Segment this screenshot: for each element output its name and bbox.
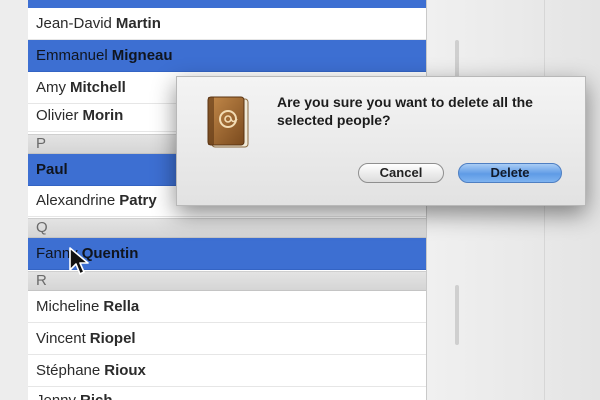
contact-row-migneau[interactable]: Emmanuel Migneau [28,40,426,72]
first-name: Jean-David [36,15,112,32]
selected-row-partial[interactable] [28,0,426,8]
mouse-pointer-icon [69,247,89,275]
contact-row-rioux[interactable]: Stéphane Rioux [28,355,426,387]
first-name: Jenny [36,392,76,400]
contact-row-martin[interactable]: Jean-David Martin [28,8,426,40]
last-name: Rich [80,392,113,400]
first-name: Emmanuel [36,47,108,64]
last-name: Martin [115,15,161,32]
delete-button[interactable]: Delete [458,163,562,183]
section-header-q: Q [28,218,426,238]
first-name: Vincent [36,330,86,347]
first-name: Alexandrine [36,192,116,209]
first-name: Olivier [36,107,79,124]
last-name: Rioux [104,362,146,379]
contact-row-rich[interactable]: Jenny Rich [28,385,426,400]
contact-row-rella[interactable]: Micheline Rella [28,291,426,323]
first-name: Amy [36,79,66,96]
last-name: Patry [119,192,157,209]
last-name: Riopel [89,330,136,347]
first-name: Micheline [36,298,100,315]
delete-confirmation-sheet: Are you sure you want to delete all the … [176,76,586,206]
last-name: Rella [103,298,140,315]
contact-row-riopel[interactable]: Vincent Riopel [28,323,426,355]
dialog-message: Are you sure you want to delete all the … [277,94,533,128]
last-name: Mitchell [70,79,126,96]
last-name: Quentin [81,245,139,262]
last-name: Morin [82,107,124,124]
scrollbar-thumb-bottom[interactable] [455,285,459,345]
first-name: Stéphane [36,362,101,379]
address-book-icon [207,96,249,148]
first-name: Paul [36,161,68,178]
cancel-button[interactable]: Cancel [358,163,444,183]
last-name: Migneau [111,47,173,64]
left-gutter [0,0,29,400]
